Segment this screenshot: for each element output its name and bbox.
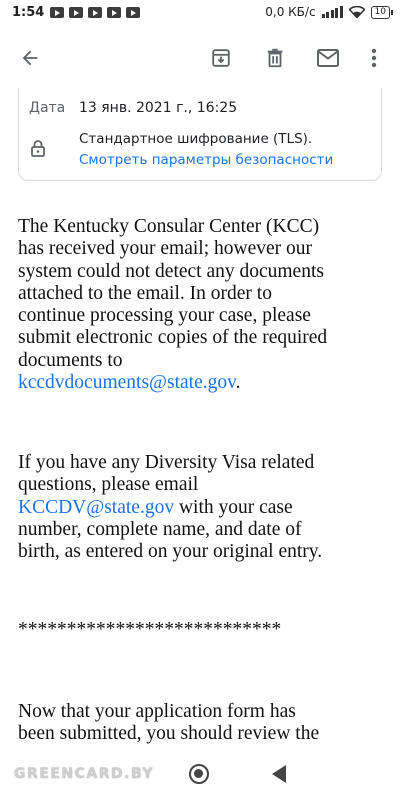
notification-icons: [50, 7, 140, 18]
youtube-notification-icon: [88, 7, 102, 18]
email-paragraph-1: The Kentucky Consular Center (KCC) has r…: [18, 216, 388, 394]
text-line: has received your email; however our: [18, 238, 313, 260]
period: .: [235, 372, 241, 394]
date-label: Дата: [29, 100, 66, 116]
text-line: number, complete name, and date of: [18, 518, 302, 540]
text-line: continue processing your case, please: [18, 305, 311, 327]
delete-button[interactable]: [259, 42, 291, 74]
youtube-notification-icon: [69, 7, 83, 18]
watermark: GREENCARD.BY: [14, 766, 154, 782]
status-indicators: 0,0 КБ/с 10: [265, 5, 394, 19]
text-line: kccdvdocuments@state.gov.: [18, 372, 388, 394]
message-details-card: Дата 13 янв. 2021 г., 16:25 Стандартное …: [18, 88, 382, 181]
mail-icon: [317, 49, 339, 67]
home-button[interactable]: [189, 764, 209, 784]
text-line: system could not detect any documents: [18, 260, 324, 282]
text-line: The Kentucky Consular Center (KCC): [18, 216, 320, 237]
date-value: 13 янв. 2021 г., 16:25: [79, 100, 238, 116]
text-line: submit electronic copies of the required: [18, 327, 328, 349]
email-paragraph-2: If you have any Diversity Visa related q…: [18, 452, 388, 563]
youtube-notification-icon: [50, 7, 64, 18]
documents-email-link[interactable]: kccdvdocuments@state.gov: [18, 372, 236, 393]
text-line: attached to the email. In order to: [18, 282, 272, 304]
signal-icon: [321, 6, 343, 18]
text-line: been submitted, you should review the: [18, 723, 320, 745]
arrow-back-icon: [22, 50, 38, 66]
encryption-text: Стандартное шифрование (TLS).: [79, 131, 313, 147]
text-line: birth, as entered on your original entry…: [18, 541, 323, 563]
network-speed: 0,0 КБ/с: [265, 5, 316, 19]
trash-icon: [267, 48, 283, 68]
status-bar: 1:54 0,0 КБ/с 10: [0, 0, 400, 28]
more-vert-icon: [371, 48, 377, 68]
kccdv-email-link[interactable]: KCCDV@state.gov: [18, 497, 174, 518]
text-line: documents to: [18, 349, 123, 371]
back-button[interactable]: [14, 42, 46, 74]
email-toolbar: [0, 28, 400, 88]
system-nav-bar: GREENCARD.BY: [0, 748, 400, 800]
youtube-notification-icon: [107, 7, 121, 18]
archive-icon: [212, 49, 230, 67]
wifi-icon: [348, 6, 365, 18]
status-time: 1:54: [12, 5, 45, 20]
more-options-button[interactable]: [358, 42, 390, 74]
mark-unread-button[interactable]: [312, 42, 344, 74]
text-line: If you have any Diversity Visa related: [18, 452, 315, 473]
security-settings-link[interactable]: Смотреть параметры безопасности: [79, 152, 333, 168]
text-fragment: with your case: [174, 496, 293, 518]
youtube-notification-icon: [126, 7, 140, 18]
text-line: Now that your application form has: [18, 701, 296, 722]
battery-icon: 10: [370, 5, 394, 19]
lock-icon: [31, 140, 45, 157]
text-line: questions, please email: [18, 474, 199, 496]
separator-stars: ***************************: [18, 619, 282, 640]
text-line: KCCDV@state.gov with your case: [18, 497, 388, 519]
system-back-button[interactable]: [272, 765, 286, 783]
email-paragraph-3: Now that your application form has been …: [18, 701, 388, 746]
archive-button[interactable]: [205, 42, 237, 74]
